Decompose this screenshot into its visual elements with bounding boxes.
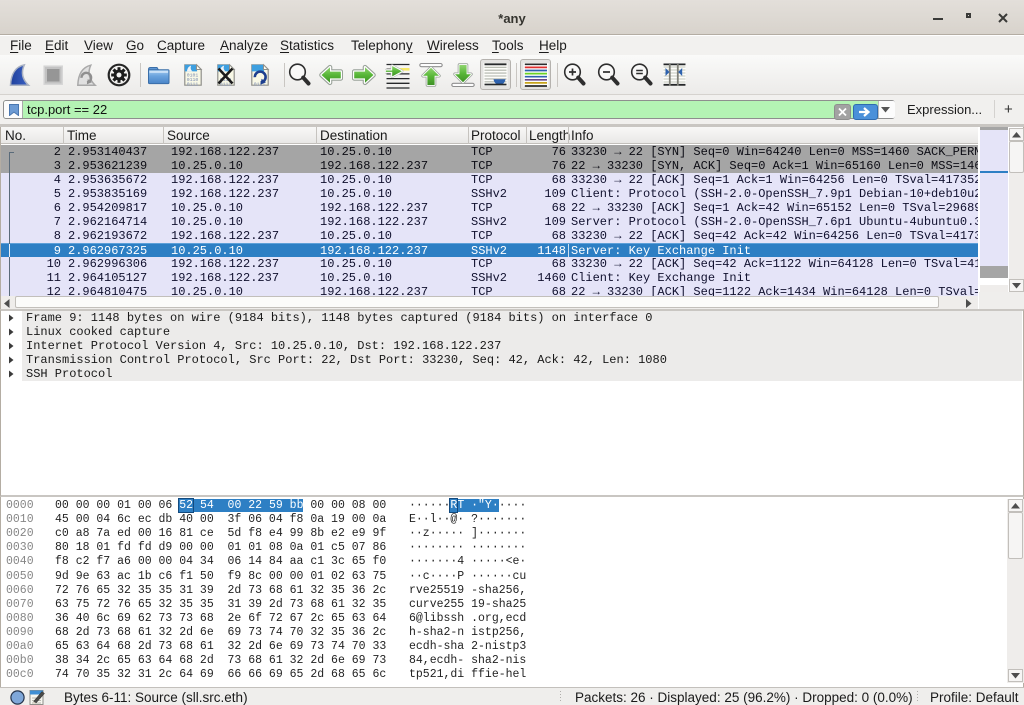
svg-text:0111: 0111 bbox=[220, 82, 232, 87]
svg-text:0111: 0111 bbox=[187, 82, 199, 87]
